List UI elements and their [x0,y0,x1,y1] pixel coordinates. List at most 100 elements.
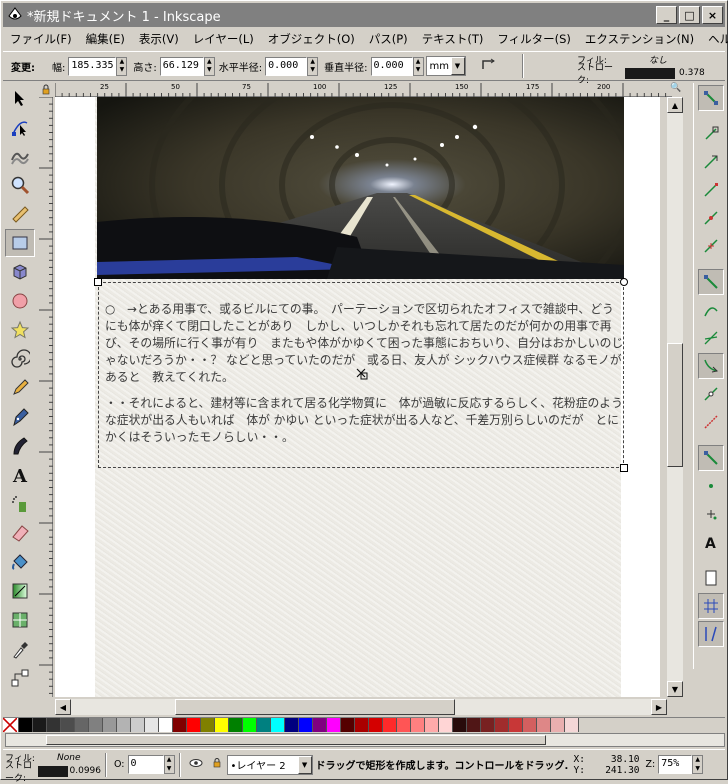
opacity-spinner[interactable]: 0 ▲ ▼ [127,755,175,775]
ry-down-arrow-icon[interactable]: ▼ [413,66,423,75]
snap-object-center-toggle[interactable] [698,473,724,499]
snap-cusp-toggle[interactable] [698,353,724,379]
snap-smooth-toggle[interactable] [698,381,724,407]
menu-help[interactable]: ヘルプ(H) [701,31,728,47]
palette-swatch[interactable] [103,718,117,732]
snap-grid-toggle[interactable] [698,593,724,619]
paint-bucket-tool[interactable] [5,548,35,576]
ellipse-tool[interactable] [5,287,35,315]
palette-swatch[interactable] [411,718,425,732]
resize-handle-tl[interactable] [94,278,102,286]
opacity-up-arrow-icon[interactable]: ▲ [164,756,174,765]
palette-swatch[interactable] [117,718,131,732]
vertical-scrollbar[interactable]: ▲ ▼ [667,97,683,697]
status-fill-stroke[interactable]: フィル: None ストローク: 0.0996 [5,751,101,784]
palette-swatch[interactable] [565,718,579,732]
zoom-corner-icon[interactable]: 🔍 [669,83,683,97]
palette-swatch[interactable] [467,718,481,732]
pen-tool[interactable] [5,403,35,431]
height-spinner[interactable]: 66.129 ▲ ▼ [159,56,215,76]
snap-rotation-center-toggle[interactable] [698,501,724,527]
snap-text-baseline-toggle[interactable]: A [698,529,724,555]
palette-swatch[interactable] [299,718,313,732]
layer-visibility-eye-icon[interactable] [189,757,203,772]
palette-swatch[interactable] [285,718,299,732]
palette-swatch[interactable] [537,718,551,732]
width-up-arrow-icon[interactable]: ▲ [117,57,127,66]
palette-swatch[interactable] [425,718,439,732]
rx-spinner[interactable]: 0.000 ▲ ▼ [265,56,319,76]
snap-guides-toggle[interactable] [698,621,724,647]
snap-nodes-toggle[interactable] [698,269,724,295]
menu-text[interactable]: テキスト(T) [415,31,491,47]
menu-path[interactable]: パス(P) [362,31,415,47]
ry-input[interactable]: 0.000 [370,56,413,76]
palette-swatch[interactable] [47,718,61,732]
zoom-input[interactable]: 75% [658,755,693,774]
left-ruler[interactable] [39,96,53,697]
zoom-spinner[interactable]: 75% ▲ ▼ [658,755,704,775]
palette-swatch[interactable] [173,718,187,732]
drawing-canvas[interactable]: ○ →とある用事で、或るビルにての事。 パーテーションで区切られたオフィスで雑談… [55,97,660,697]
palette-swatch[interactable] [75,718,89,732]
zoom-down-arrow-icon[interactable]: ▼ [693,764,703,773]
scroll-down-button[interactable]: ▼ [667,681,683,697]
mesh-tool[interactable] [5,606,35,634]
top-ruler[interactable]: 25 50 75 100 125 150 175 200 [55,83,672,97]
rx-up-arrow-icon[interactable]: ▲ [308,57,318,66]
palette-swatch[interactable] [397,718,411,732]
gradient-tool[interactable] [5,577,35,605]
reset-corners-icon[interactable] [480,57,498,76]
measure-tool[interactable] [5,200,35,228]
palette-swatch[interactable] [271,718,285,732]
menu-edit[interactable]: 編集(E) [79,31,132,47]
width-down-arrow-icon[interactable]: ▼ [117,66,127,75]
selector-tool[interactable] [5,84,35,112]
palette-swatch[interactable] [327,718,341,732]
palette-swatch[interactable] [495,718,509,732]
close-button[interactable]: × [702,6,723,24]
palette-swatch[interactable] [355,718,369,732]
layer-lock-icon[interactable] [211,757,223,772]
connector-tool[interactable] [5,664,35,692]
horizontal-scrollbar[interactable]: ◀ ▶ [55,699,667,715]
layer-select[interactable]: •レイヤー 2 ▼ [226,754,313,775]
menu-extensions[interactable]: エクステンション(N) [578,31,701,47]
opacity-down-arrow-icon[interactable]: ▼ [164,764,174,773]
palette-swatch[interactable] [89,718,103,732]
palette-swatch[interactable] [257,718,271,732]
snap-enable-toggle[interactable] [698,85,724,111]
minimize-button[interactable]: _ [656,6,677,24]
snap-intersection-toggle[interactable] [698,325,724,351]
palette-swatch[interactable] [439,718,453,732]
scroll-right-button[interactable]: ▶ [651,699,667,715]
palette-swatch[interactable] [453,718,467,732]
palette-swatch[interactable] [159,718,173,732]
snap-bbox-edge-toggle[interactable] [698,149,724,175]
rx-input[interactable]: 0.000 [265,56,308,76]
snap-paths-toggle[interactable] [698,297,724,323]
palette-swatch[interactable] [145,718,159,732]
rectangle-tool[interactable] [5,229,35,257]
height-input[interactable]: 66.129 [159,56,204,76]
opacity-input[interactable]: 0 [127,755,164,774]
tunnel-photo[interactable] [97,97,624,279]
snap-midpoint-path-toggle[interactable] [698,409,724,435]
palette-swatch[interactable] [523,718,537,732]
snap-bbox-toggle[interactable] [698,121,724,147]
palette-swatch[interactable] [215,718,229,732]
pencil-tool[interactable] [5,374,35,402]
palette-swatch[interactable] [131,718,145,732]
scroll-up-button[interactable]: ▲ [667,97,683,113]
snap-bbox-center-toggle[interactable] [698,233,724,259]
spiral-tool[interactable] [5,345,35,373]
snap-bbox-mid-toggle[interactable] [698,205,724,231]
node-tool[interactable] [5,113,35,141]
palette-swatch[interactable] [341,718,355,732]
menu-view[interactable]: 表示(V) [132,31,186,47]
palette-swatch[interactable] [61,718,75,732]
horizontal-scroll-thumb[interactable] [175,699,455,715]
snap-others-toggle[interactable] [698,445,724,471]
spray-tool[interactable] [5,490,35,518]
palette-swatch[interactable] [187,718,201,732]
